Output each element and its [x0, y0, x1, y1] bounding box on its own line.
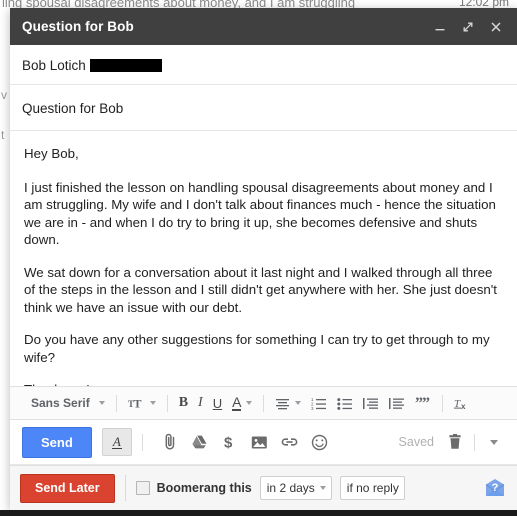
boomerang-delay-select[interactable]: in 2 days [259, 476, 332, 500]
body-paragraph: I just finished the lesson on handling s… [24, 179, 496, 248]
bold-button[interactable]: B [174, 390, 193, 416]
svg-text:T: T [133, 397, 141, 411]
send-toolbar-right: Saved [399, 429, 507, 455]
svg-text:”: ” [422, 397, 430, 410]
recipient-field[interactable]: Bob Lotich [10, 45, 517, 85]
subject-field[interactable]: Question for Bob [10, 85, 517, 131]
body-paragraph: We sat down for a conversation about it … [24, 264, 497, 315]
insert-link-icon[interactable] [275, 427, 305, 457]
chevron-down-icon [319, 486, 326, 490]
message-body[interactable]: Hey Bob, I just finished the lesson on h… [10, 131, 517, 386]
quote-button[interactable]: ” ” [410, 390, 436, 416]
font-size-button[interactable]: T T [123, 390, 161, 416]
boomerang-logo-button[interactable]: ? [483, 477, 507, 499]
boomerang-condition-select[interactable]: if no reply [339, 476, 405, 500]
toggle-pointer [110, 420, 123, 428]
toolbar-divider [115, 394, 117, 412]
screen: ling spousal disagreements about money, … [0, 0, 517, 516]
boomerang-this-label: Boomerang this [156, 481, 252, 495]
svg-text:?: ? [492, 482, 499, 494]
google-drive-icon[interactable] [185, 427, 215, 457]
text-color-label: A [232, 393, 242, 411]
indent-icon [389, 397, 405, 409]
attachment-icons: $ [155, 427, 335, 457]
trash-icon [449, 433, 461, 449]
numbered-list-icon: 1 2 3 [311, 397, 327, 410]
recipient-redaction [89, 58, 162, 72]
compose-titlebar: Question for Bob [10, 8, 517, 45]
chevron-down-icon [149, 401, 156, 405]
close-button[interactable] [483, 14, 509, 40]
svg-text:$: $ [224, 435, 233, 452]
formatting-toolbar: Sans Serif T T B I U A 1 2 3 ” ” T x [10, 386, 517, 420]
numbered-list-button[interactable]: 1 2 3 [306, 390, 332, 416]
more-options-button[interactable] [481, 429, 507, 455]
body-paragraph: Do you have any other suggestions for so… [24, 332, 490, 365]
boomerang-divider [124, 475, 126, 501]
compose-window: Question for Bob Bob Lotich Question for… [10, 8, 517, 510]
toolbar-divider [263, 394, 265, 412]
boomerang-envelope-icon: ? [485, 479, 505, 496]
outdent-icon [363, 397, 379, 409]
outdent-button[interactable] [358, 390, 384, 416]
quote-icon: ” ” [415, 397, 430, 410]
insert-emoji-icon[interactable] [305, 427, 335, 457]
formatting-toggle-label: A [111, 434, 122, 449]
font-family-select[interactable]: Sans Serif [18, 390, 110, 416]
font-family-label: Sans Serif [31, 396, 90, 410]
send-later-button[interactable]: Send Later [20, 473, 115, 503]
background-ghost-char-2: t [1, 128, 5, 142]
boomerang-this-checkbox[interactable] [135, 481, 150, 495]
send-toolbar-divider [474, 433, 475, 451]
svg-text:x: x [461, 402, 466, 410]
font-size-icon: T T [128, 397, 142, 411]
chevron-down-icon [295, 401, 302, 405]
toolbar-divider [442, 394, 444, 412]
expand-button[interactable] [455, 14, 481, 40]
compose-title: Question for Bob [22, 19, 134, 34]
bottom-strip [0, 510, 517, 516]
background-left-strip: v t [0, 12, 10, 516]
bulleted-list-button[interactable] [332, 390, 358, 416]
chevron-down-icon [246, 401, 253, 405]
discard-draft-button[interactable] [442, 429, 468, 455]
align-icon [276, 398, 290, 409]
send-toolbar-divider [141, 433, 143, 451]
save-status: Saved [398, 435, 434, 449]
align-button[interactable] [270, 390, 306, 416]
insert-money-icon[interactable]: $ [215, 427, 245, 457]
remove-formatting-icon: T x [454, 398, 466, 410]
background-ghost-char-1: v [1, 88, 7, 102]
chevron-down-icon [490, 439, 498, 445]
boomerang-toolbar: Send Later Boomerang this in 2 days if n… [10, 465, 517, 510]
svg-text:3: 3 [311, 406, 314, 410]
body-paragraph: Hey Bob, [24, 146, 79, 161]
italic-button[interactable]: I [193, 390, 208, 416]
underline-button[interactable]: U [208, 390, 227, 416]
remove-formatting-button[interactable]: T x [449, 390, 475, 416]
formatting-options-toggle[interactable]: A [101, 420, 132, 456]
chevron-down-icon [98, 401, 105, 405]
indent-button[interactable] [384, 390, 410, 416]
minimize-button[interactable] [427, 14, 453, 40]
send-toolbar: Send A $ Saved [10, 420, 517, 465]
bulleted-list-icon [337, 397, 353, 410]
text-color-button[interactable]: A [227, 390, 257, 416]
boomerang-delay-value: in 2 days [266, 481, 315, 495]
attach-file-icon[interactable] [155, 427, 185, 457]
toolbar-divider [166, 394, 168, 412]
insert-photo-icon[interactable] [245, 427, 275, 457]
subject-text: Question for Bob [22, 100, 124, 116]
window-controls [427, 14, 509, 40]
recipient-name: Bob Lotich [22, 57, 86, 73]
boomerang-condition-value: if no reply [346, 481, 399, 495]
send-button[interactable]: Send [22, 426, 92, 458]
